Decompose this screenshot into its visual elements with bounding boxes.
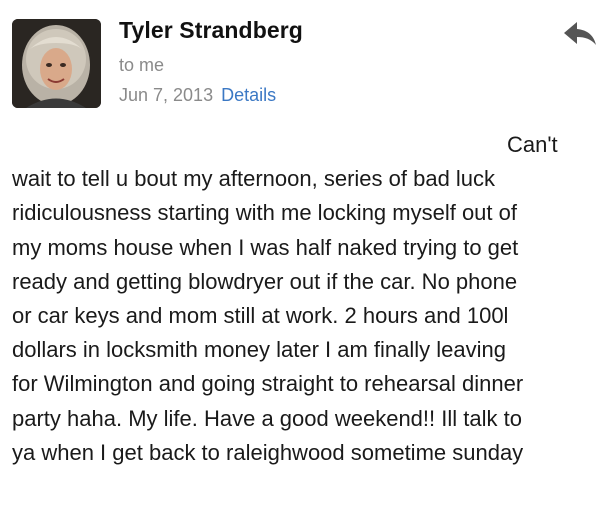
message-date: Jun 7, 2013 [119, 85, 214, 105]
details-link[interactable]: Details [221, 85, 276, 105]
message-line: ya when I get back to raleighwood someti… [12, 439, 524, 465]
reply-arrow-icon [564, 22, 596, 45]
sender-name: Tyler Strandberg [119, 17, 303, 43]
message-line: wait to tell u bout my afternoon, series… [12, 166, 496, 192]
message-header: Tyler Strandberg to me Jun 7, 2013 Detail… [0, 0, 611, 120]
message-line: Can't [507, 132, 558, 157]
message-line: for Wilmington and going straight to reh… [12, 371, 524, 397]
message-line: or car keys and mom still at work. 2 hou… [12, 302, 509, 328]
reply-button[interactable] [560, 16, 600, 52]
message-line: party haha. My life. Have a good weekend… [12, 405, 522, 431]
avatar-photo [12, 19, 101, 108]
message-line: ridiculousness starting with me locking … [12, 200, 517, 226]
message-line: ready and getting blowdryer out if the c… [12, 268, 518, 294]
message-line: dollars in locksmith money later I am fi… [12, 337, 506, 363]
date-row: Jun 7, 2013 Details [119, 85, 276, 106]
avatar[interactable] [12, 19, 101, 108]
message-line: my moms house when I was half naked tryi… [12, 234, 519, 260]
recipient-label: to me [119, 55, 165, 75]
message-body: Can't wait to tell u bout my afternoon, … [12, 128, 604, 470]
